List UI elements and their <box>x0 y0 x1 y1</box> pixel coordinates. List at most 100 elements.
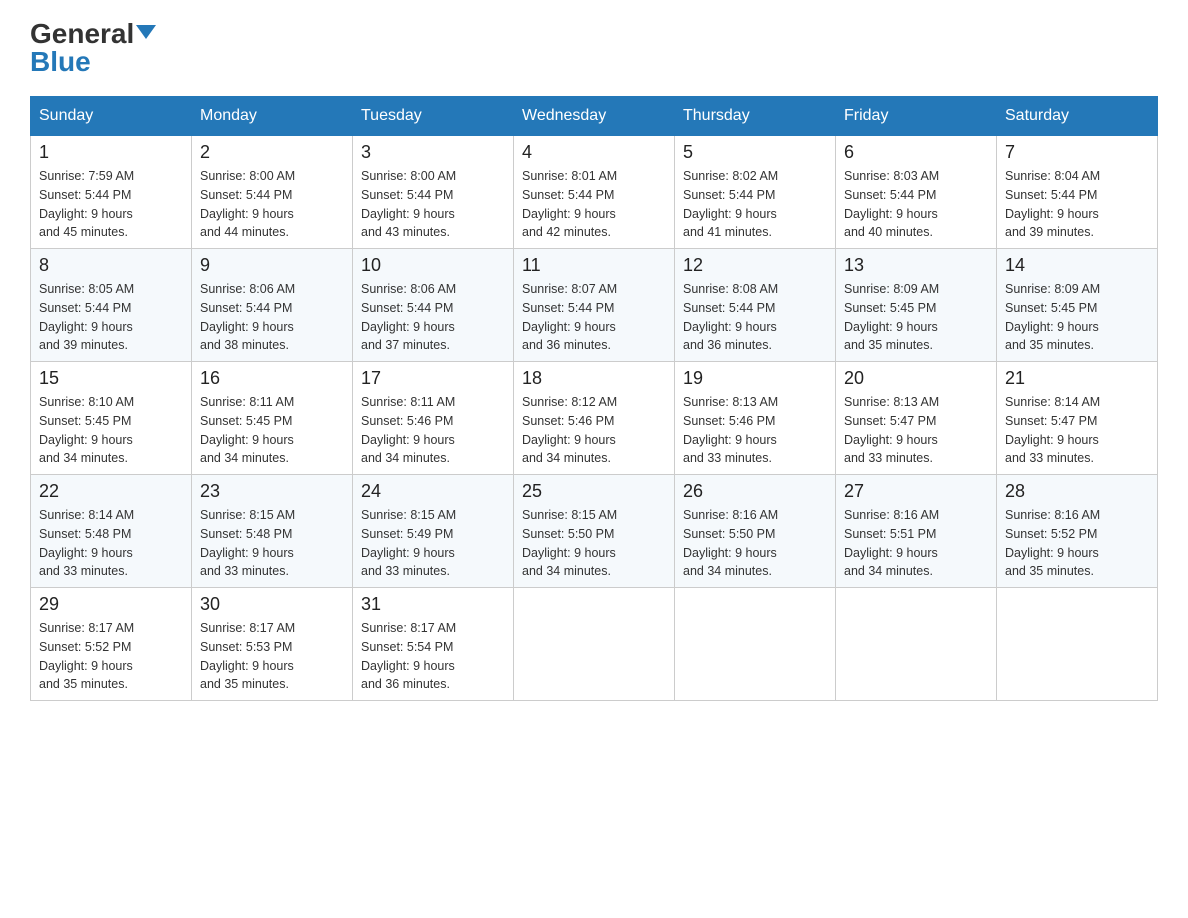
calendar-cell: 11 Sunrise: 8:07 AM Sunset: 5:44 PM Dayl… <box>514 249 675 362</box>
day-number: 14 <box>1005 255 1149 276</box>
day-number: 8 <box>39 255 183 276</box>
calendar-cell: 30 Sunrise: 8:17 AM Sunset: 5:53 PM Dayl… <box>192 588 353 701</box>
calendar-cell: 17 Sunrise: 8:11 AM Sunset: 5:46 PM Dayl… <box>353 362 514 475</box>
calendar-cell: 31 Sunrise: 8:17 AM Sunset: 5:54 PM Dayl… <box>353 588 514 701</box>
day-number: 9 <box>200 255 344 276</box>
day-info: Sunrise: 8:16 AM Sunset: 5:51 PM Dayligh… <box>844 506 988 581</box>
day-number: 30 <box>200 594 344 615</box>
day-info: Sunrise: 8:16 AM Sunset: 5:50 PM Dayligh… <box>683 506 827 581</box>
day-number: 26 <box>683 481 827 502</box>
day-header-friday: Friday <box>836 97 997 136</box>
day-number: 12 <box>683 255 827 276</box>
day-header-saturday: Saturday <box>997 97 1158 136</box>
day-header-sunday: Sunday <box>31 97 192 136</box>
day-number: 31 <box>361 594 505 615</box>
day-info: Sunrise: 8:13 AM Sunset: 5:47 PM Dayligh… <box>844 393 988 468</box>
day-number: 25 <box>522 481 666 502</box>
calendar-cell: 21 Sunrise: 8:14 AM Sunset: 5:47 PM Dayl… <box>997 362 1158 475</box>
calendar-table: SundayMondayTuesdayWednesdayThursdayFrid… <box>30 96 1158 701</box>
day-info: Sunrise: 7:59 AM Sunset: 5:44 PM Dayligh… <box>39 167 183 242</box>
day-info: Sunrise: 8:14 AM Sunset: 5:47 PM Dayligh… <box>1005 393 1149 468</box>
calendar-cell: 19 Sunrise: 8:13 AM Sunset: 5:46 PM Dayl… <box>675 362 836 475</box>
day-info: Sunrise: 8:07 AM Sunset: 5:44 PM Dayligh… <box>522 280 666 355</box>
logo-blue-text: Blue <box>30 48 91 76</box>
day-info: Sunrise: 8:15 AM Sunset: 5:49 PM Dayligh… <box>361 506 505 581</box>
day-info: Sunrise: 8:05 AM Sunset: 5:44 PM Dayligh… <box>39 280 183 355</box>
calendar-cell: 29 Sunrise: 8:17 AM Sunset: 5:52 PM Dayl… <box>31 588 192 701</box>
calendar-cell: 6 Sunrise: 8:03 AM Sunset: 5:44 PM Dayli… <box>836 136 997 249</box>
calendar-cell: 23 Sunrise: 8:15 AM Sunset: 5:48 PM Dayl… <box>192 475 353 588</box>
calendar-week-row: 8 Sunrise: 8:05 AM Sunset: 5:44 PM Dayli… <box>31 249 1158 362</box>
day-info: Sunrise: 8:11 AM Sunset: 5:46 PM Dayligh… <box>361 393 505 468</box>
calendar-cell: 26 Sunrise: 8:16 AM Sunset: 5:50 PM Dayl… <box>675 475 836 588</box>
day-number: 13 <box>844 255 988 276</box>
day-number: 19 <box>683 368 827 389</box>
calendar-cell <box>997 588 1158 701</box>
calendar-cell: 2 Sunrise: 8:00 AM Sunset: 5:44 PM Dayli… <box>192 136 353 249</box>
calendar-cell: 18 Sunrise: 8:12 AM Sunset: 5:46 PM Dayl… <box>514 362 675 475</box>
calendar-cell: 15 Sunrise: 8:10 AM Sunset: 5:45 PM Dayl… <box>31 362 192 475</box>
calendar-body: 1 Sunrise: 7:59 AM Sunset: 5:44 PM Dayli… <box>31 136 1158 701</box>
calendar-cell: 12 Sunrise: 8:08 AM Sunset: 5:44 PM Dayl… <box>675 249 836 362</box>
day-info: Sunrise: 8:17 AM Sunset: 5:52 PM Dayligh… <box>39 619 183 694</box>
calendar-cell <box>836 588 997 701</box>
day-info: Sunrise: 8:06 AM Sunset: 5:44 PM Dayligh… <box>200 280 344 355</box>
day-info: Sunrise: 8:17 AM Sunset: 5:54 PM Dayligh… <box>361 619 505 694</box>
day-info: Sunrise: 8:17 AM Sunset: 5:53 PM Dayligh… <box>200 619 344 694</box>
day-header-thursday: Thursday <box>675 97 836 136</box>
day-info: Sunrise: 8:00 AM Sunset: 5:44 PM Dayligh… <box>361 167 505 242</box>
day-number: 27 <box>844 481 988 502</box>
day-info: Sunrise: 8:12 AM Sunset: 5:46 PM Dayligh… <box>522 393 666 468</box>
calendar-header-row: SundayMondayTuesdayWednesdayThursdayFrid… <box>31 97 1158 136</box>
calendar-cell: 25 Sunrise: 8:15 AM Sunset: 5:50 PM Dayl… <box>514 475 675 588</box>
day-info: Sunrise: 8:03 AM Sunset: 5:44 PM Dayligh… <box>844 167 988 242</box>
day-number: 4 <box>522 142 666 163</box>
logo: General Blue <box>30 20 156 76</box>
day-info: Sunrise: 8:04 AM Sunset: 5:44 PM Dayligh… <box>1005 167 1149 242</box>
calendar-cell: 24 Sunrise: 8:15 AM Sunset: 5:49 PM Dayl… <box>353 475 514 588</box>
logo-arrow-icon <box>136 25 156 39</box>
day-info: Sunrise: 8:13 AM Sunset: 5:46 PM Dayligh… <box>683 393 827 468</box>
day-number: 2 <box>200 142 344 163</box>
calendar-cell: 28 Sunrise: 8:16 AM Sunset: 5:52 PM Dayl… <box>997 475 1158 588</box>
calendar-cell: 16 Sunrise: 8:11 AM Sunset: 5:45 PM Dayl… <box>192 362 353 475</box>
calendar-cell: 22 Sunrise: 8:14 AM Sunset: 5:48 PM Dayl… <box>31 475 192 588</box>
day-number: 15 <box>39 368 183 389</box>
calendar-cell <box>675 588 836 701</box>
calendar-cell: 14 Sunrise: 8:09 AM Sunset: 5:45 PM Dayl… <box>997 249 1158 362</box>
day-number: 17 <box>361 368 505 389</box>
calendar-cell: 13 Sunrise: 8:09 AM Sunset: 5:45 PM Dayl… <box>836 249 997 362</box>
day-number: 28 <box>1005 481 1149 502</box>
calendar-cell: 4 Sunrise: 8:01 AM Sunset: 5:44 PM Dayli… <box>514 136 675 249</box>
day-number: 20 <box>844 368 988 389</box>
day-info: Sunrise: 8:09 AM Sunset: 5:45 PM Dayligh… <box>1005 280 1149 355</box>
calendar-cell: 10 Sunrise: 8:06 AM Sunset: 5:44 PM Dayl… <box>353 249 514 362</box>
day-info: Sunrise: 8:00 AM Sunset: 5:44 PM Dayligh… <box>200 167 344 242</box>
day-info: Sunrise: 8:15 AM Sunset: 5:50 PM Dayligh… <box>522 506 666 581</box>
calendar-cell: 5 Sunrise: 8:02 AM Sunset: 5:44 PM Dayli… <box>675 136 836 249</box>
day-info: Sunrise: 8:15 AM Sunset: 5:48 PM Dayligh… <box>200 506 344 581</box>
day-info: Sunrise: 8:02 AM Sunset: 5:44 PM Dayligh… <box>683 167 827 242</box>
calendar-cell: 27 Sunrise: 8:16 AM Sunset: 5:51 PM Dayl… <box>836 475 997 588</box>
page-header: General Blue <box>30 20 1158 76</box>
day-info: Sunrise: 8:11 AM Sunset: 5:45 PM Dayligh… <box>200 393 344 468</box>
calendar-week-row: 22 Sunrise: 8:14 AM Sunset: 5:48 PM Dayl… <box>31 475 1158 588</box>
calendar-week-row: 29 Sunrise: 8:17 AM Sunset: 5:52 PM Dayl… <box>31 588 1158 701</box>
day-number: 18 <box>522 368 666 389</box>
day-header-tuesday: Tuesday <box>353 97 514 136</box>
day-number: 10 <box>361 255 505 276</box>
calendar-cell: 7 Sunrise: 8:04 AM Sunset: 5:44 PM Dayli… <box>997 136 1158 249</box>
day-number: 6 <box>844 142 988 163</box>
day-number: 11 <box>522 255 666 276</box>
day-info: Sunrise: 8:08 AM Sunset: 5:44 PM Dayligh… <box>683 280 827 355</box>
day-number: 7 <box>1005 142 1149 163</box>
day-number: 3 <box>361 142 505 163</box>
day-info: Sunrise: 8:09 AM Sunset: 5:45 PM Dayligh… <box>844 280 988 355</box>
day-header-wednesday: Wednesday <box>514 97 675 136</box>
calendar-cell: 9 Sunrise: 8:06 AM Sunset: 5:44 PM Dayli… <box>192 249 353 362</box>
day-number: 1 <box>39 142 183 163</box>
day-info: Sunrise: 8:16 AM Sunset: 5:52 PM Dayligh… <box>1005 506 1149 581</box>
calendar-cell: 20 Sunrise: 8:13 AM Sunset: 5:47 PM Dayl… <box>836 362 997 475</box>
calendar-week-row: 1 Sunrise: 7:59 AM Sunset: 5:44 PM Dayli… <box>31 136 1158 249</box>
day-info: Sunrise: 8:14 AM Sunset: 5:48 PM Dayligh… <box>39 506 183 581</box>
